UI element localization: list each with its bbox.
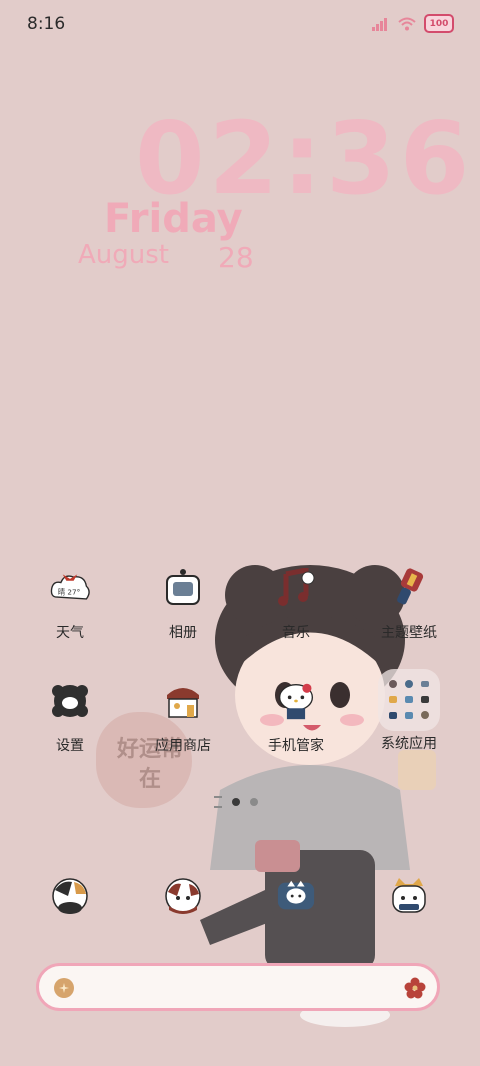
status-time: 8:16 [27,14,66,34]
app-gallery[interactable]: 相册 [133,568,233,642]
wifi-icon [398,17,416,30]
app-theme-wallpaper[interactable]: 主题壁纸 [359,568,459,642]
app-weather[interactable]: 晴 27° 天气 [20,568,120,642]
page-dot [250,798,258,806]
app-label-gallery: 相册 [169,625,197,641]
app-label-settings: 设置 [56,738,84,754]
phone-manager-icon [276,681,316,721]
chat-cat-icon [276,876,316,916]
app-label-theme-wallpaper: 主题壁纸 [381,625,437,641]
app-music[interactable]: 音乐 [246,568,346,642]
search-bar-left-icon[interactable] [54,978,74,998]
system-apps-folder-icon [378,669,440,731]
app-label-phone-manager: 手机管家 [268,738,324,754]
search-bar[interactable] [36,963,440,1011]
camera-cat-icon [389,876,429,916]
app-system-folder[interactable]: 系统应用 [359,669,459,753]
battery-level: 100 [429,18,449,29]
clock-date: 28 [218,241,254,274]
weather-icon: 晴 27° [50,568,90,608]
status-icons: 100 [372,14,454,33]
battery-icon: 100 [424,14,454,33]
app-store-icon [163,681,203,721]
app-label-system-folder: 系统应用 [381,736,437,752]
dock-camera[interactable] [359,876,459,916]
app-label-store: 应用商店 [155,738,211,754]
music-icon [276,568,316,608]
app-settings[interactable]: 设置 [20,681,120,755]
page-dot-active [232,798,240,806]
weather-badge: 晴 27° [58,587,80,596]
app-label-music: 音乐 [282,625,310,641]
app-store[interactable]: 应用商店 [133,681,233,755]
signal-icon [372,17,387,31]
clock-month: August [78,240,169,270]
phone-cat-icon [50,876,90,916]
settings-icon [50,681,90,721]
clock-day: Friday [104,196,243,242]
page-indicator[interactable] [214,796,258,808]
page-list-icon [214,796,222,808]
flower-icon[interactable] [404,977,426,999]
dock-phone[interactable] [20,876,120,916]
app-phone-manager[interactable]: 手机管家 [246,681,346,755]
dock-messages[interactable] [133,876,233,916]
gallery-icon [163,568,203,608]
messages-cat-icon [163,876,203,916]
dock-chat[interactable] [246,876,346,916]
theme-wallpaper-icon [389,568,429,608]
app-label-weather: 天气 [56,625,84,641]
